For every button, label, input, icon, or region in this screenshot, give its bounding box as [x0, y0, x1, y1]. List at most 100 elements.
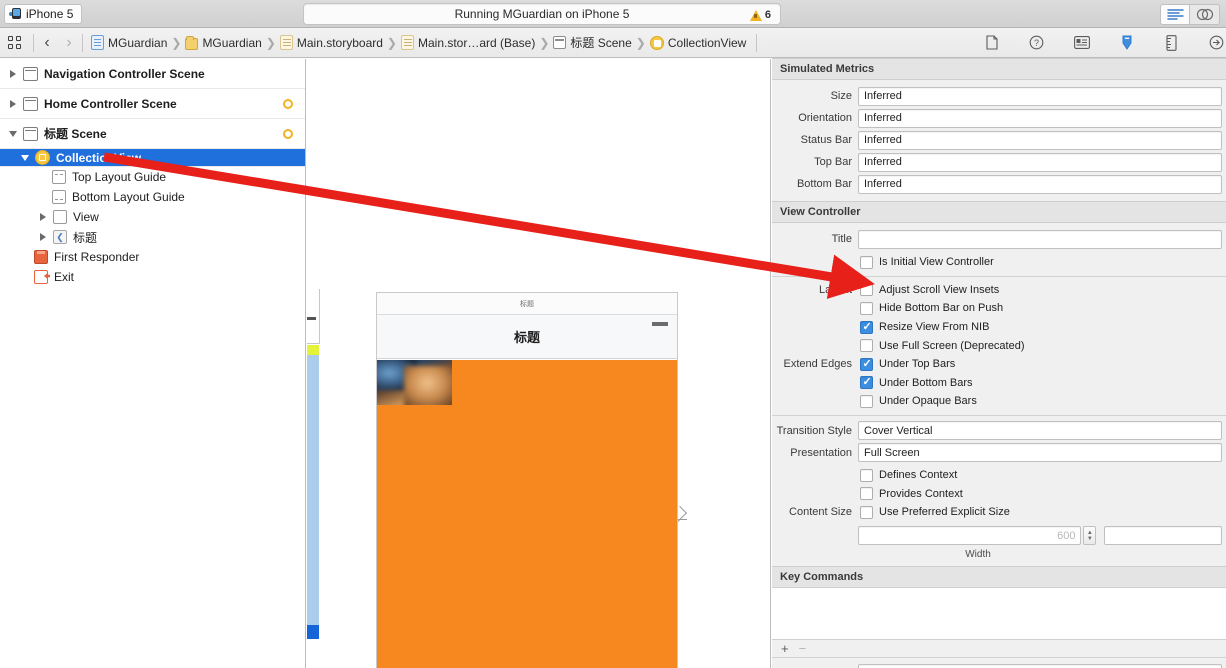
attributes-inspector-icon[interactable]	[1117, 33, 1136, 53]
outline-row-navigation-item[interactable]: ❮ 标题	[0, 227, 305, 247]
key-commands-list[interactable]	[772, 587, 1226, 640]
checkbox-row-use-preferred-explicit-size[interactable]: Content Size Use Preferred Explicit Size	[772, 503, 1226, 522]
quick-help-inspector-icon[interactable]: ?	[1027, 33, 1046, 53]
breadcrumb-label: MGuardian	[202, 35, 262, 50]
disclosure-triangle-icon[interactable]	[10, 69, 16, 78]
adjust-scroll-view-insets-checkbox[interactable]	[860, 283, 873, 297]
presentation-popup[interactable]: Full Screen	[858, 443, 1222, 463]
outline-row-label: CollectionView	[56, 150, 142, 165]
divider	[772, 414, 1226, 416]
key-commands-toolbar: + −	[772, 639, 1226, 658]
remove-key-command-button[interactable]: −	[799, 641, 807, 656]
collection-view-content[interactable]	[377, 360, 677, 668]
checkbox-row-under-opaque-bars[interactable]: Under Opaque Bars	[772, 392, 1226, 411]
outline-row-title-scene[interactable]: 标题 Scene	[0, 119, 305, 149]
under-top-bars-checkbox[interactable]	[860, 357, 873, 371]
chevron-right-icon: ❯	[265, 35, 276, 50]
standard-editor-icon[interactable]	[1160, 3, 1190, 25]
checkbox-row-resize-view-from-nib[interactable]: Resize View From NIB	[772, 318, 1226, 337]
main-toolbar: iPhone 5 Running MGuardian on iPhone 5 6	[0, 0, 1226, 28]
size-field[interactable]: Inferred	[858, 86, 1222, 106]
more-button-icon[interactable]	[652, 322, 668, 326]
disclosure-triangle-icon[interactable]	[10, 99, 16, 108]
under-opaque-bars-checkbox[interactable]	[860, 394, 873, 408]
document-outline-navigator[interactable]: Navigation Controller Scene Home Control…	[0, 59, 306, 668]
checkbox-row-use-full-screen[interactable]: Use Full Screen (Deprecated)	[772, 336, 1226, 355]
hide-bottom-bar-on-push-checkbox[interactable]	[860, 301, 873, 315]
disclosure-triangle-icon[interactable]	[9, 130, 17, 137]
breadcrumb-item-scene[interactable]: 标题 Scene	[551, 34, 633, 51]
checkbox-row-under-bottom-bars[interactable]: Under Bottom Bars	[772, 374, 1226, 393]
storyboard-canvas[interactable]: 标题 标题	[307, 59, 771, 668]
provides-context-checkbox[interactable]	[860, 487, 873, 501]
size-inspector-icon[interactable]	[1162, 33, 1181, 53]
breadcrumb-item-folder[interactable]: MGuardian	[183, 35, 263, 50]
field-label: Transition Style	[776, 424, 852, 437]
adjacent-scene-status-bar	[307, 289, 320, 344]
breadcrumb-item-storyboard[interactable]: Main.storyboard	[278, 35, 385, 50]
title-field[interactable]	[858, 229, 1222, 249]
adjacent-scene-preview[interactable]	[307, 289, 320, 668]
breadcrumb-item-collectionview[interactable]: CollectionView	[648, 35, 749, 50]
outline-row-bottom-layout-guide[interactable]: Bottom Layout Guide	[0, 187, 305, 207]
outline-row-exit[interactable]: Exit	[0, 267, 305, 287]
checkbox-label: Under Bottom Bars	[879, 376, 973, 389]
disclosure-triangle-icon[interactable]	[40, 233, 46, 241]
assistant-editor-icon[interactable]	[1190, 3, 1220, 25]
related-items-grid-icon[interactable]	[8, 35, 22, 50]
add-key-command-button[interactable]: +	[781, 641, 789, 656]
width-stepper[interactable]: ▲ ▼	[1083, 526, 1097, 546]
bottom-bar-field[interactable]: Inferred	[858, 174, 1222, 194]
disclosure-triangle-icon[interactable]	[40, 213, 46, 221]
status-badge	[283, 128, 293, 139]
transition-style-popup[interactable]: Cover Vertical	[858, 421, 1222, 441]
defines-context-checkbox[interactable]	[860, 468, 873, 482]
breadcrumb-item-project[interactable]: MGuardian	[89, 35, 169, 50]
extend-edges-group-label: Extend Edges	[783, 358, 853, 371]
outline-row-top-layout-guide[interactable]: Top Layout Guide	[0, 167, 305, 187]
breadcrumb-item-storyboard-base[interactable]: Main.stor…ard (Base)	[399, 35, 537, 50]
key-input[interactable]: Enter ⌘ Key	[858, 664, 1222, 668]
field-row-transition-style: Transition Style Cover Vertical	[772, 420, 1226, 442]
svg-text:?: ?	[1034, 38, 1039, 48]
identity-inspector-icon[interactable]	[1072, 33, 1091, 53]
scheme-selector[interactable]: iPhone 5	[4, 3, 82, 24]
connections-inspector-icon[interactable]	[1207, 33, 1226, 53]
resize-view-from-nib-checkbox[interactable]	[860, 320, 873, 334]
disclosure-triangle-icon[interactable]	[21, 154, 29, 161]
top-bar-field[interactable]: Inferred	[858, 152, 1222, 172]
checkbox-row-under-top-bars[interactable]: Extend Edges Under Top Bars	[772, 355, 1226, 374]
outline-row-home-controller-scene[interactable]: Home Controller Scene	[0, 89, 305, 119]
width-input[interactable]: 600	[858, 526, 1082, 546]
view-controller-preview[interactable]: 标题 标题	[376, 292, 678, 668]
use-preferred-explicit-size-checkbox[interactable]	[860, 505, 873, 519]
file-inspector-icon[interactable]	[982, 33, 1001, 53]
outline-row-label: Navigation Controller Scene	[44, 66, 205, 81]
status-bar-field[interactable]: Inferred	[858, 130, 1222, 150]
breadcrumb-label: Main.stor…ard (Base)	[417, 35, 536, 50]
outline-row-collectionview[interactable]: CollectionView	[0, 149, 305, 167]
checkbox-row-provides-context[interactable]: Provides Context	[772, 484, 1226, 503]
is-initial-view-controller-checkbox[interactable]	[860, 255, 873, 269]
utilities-inspector-panel[interactable]: ? Simulated Metrics Size Inferred Orient…	[772, 28, 1226, 668]
back-button[interactable]: ‹	[36, 31, 58, 55]
use-full-screen-checkbox[interactable]	[860, 339, 873, 353]
outline-row-first-responder[interactable]: First Responder	[0, 247, 305, 267]
checkbox-row-defines-context[interactable]: Defines Context	[772, 466, 1226, 485]
chevron-right-icon: ❯	[635, 35, 646, 50]
checkbox-row-adjust-scroll-view-insets[interactable]: Layout Adjust Scroll View Insets	[772, 281, 1226, 300]
checkbox-row-hide-bottom-bar-on-push[interactable]: Hide Bottom Bar on Push	[772, 299, 1226, 318]
section-header-simulated-metrics: Simulated Metrics	[772, 58, 1226, 80]
outline-row-navigation-controller-scene[interactable]: Navigation Controller Scene	[0, 59, 305, 89]
orientation-field[interactable]: Inferred	[858, 108, 1222, 128]
issue-badge[interactable]: 6	[745, 6, 776, 24]
outline-row-view[interactable]: View	[0, 207, 305, 227]
checkbox-label: Is Initial View Controller	[879, 256, 994, 269]
height-input[interactable]	[1104, 526, 1222, 546]
forward-button[interactable]: ›	[58, 31, 80, 55]
view-controller-icon	[649, 35, 664, 50]
checkbox-row-is-initial-view-controller[interactable]: Is Initial View Controller	[772, 253, 1226, 272]
navigation-bar-title: 标题	[513, 330, 540, 345]
under-bottom-bars-checkbox[interactable]	[860, 375, 873, 390]
cat-photo-thumbnail[interactable]	[377, 360, 452, 405]
